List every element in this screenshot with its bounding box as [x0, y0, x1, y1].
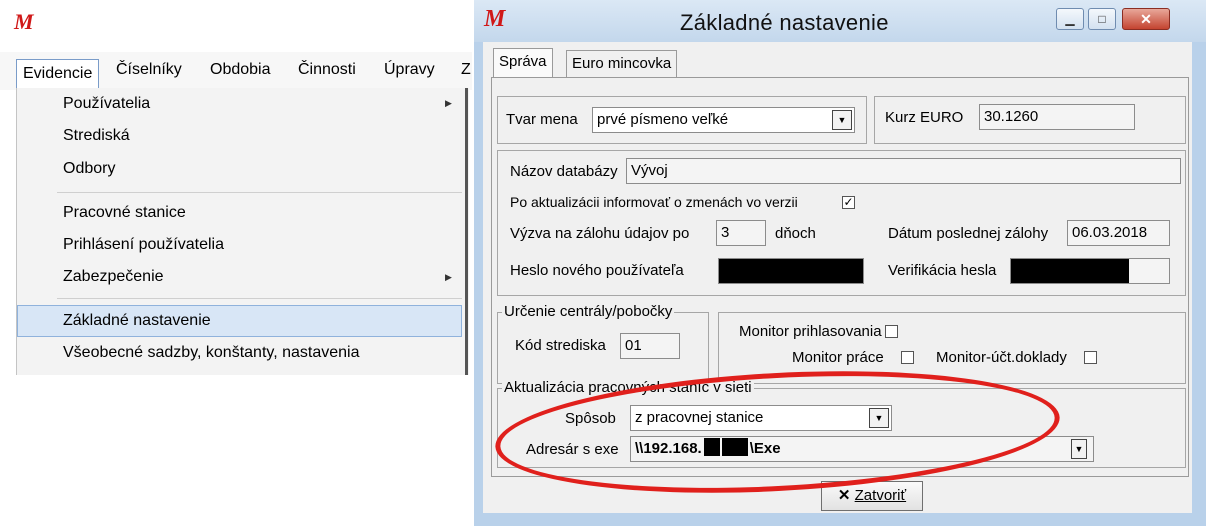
- monitor-prihlasovania-checkbox[interactable]: [885, 325, 898, 338]
- adresar-prefix: \\192.168.: [635, 440, 702, 457]
- sposob-value: z pracovnej stanice: [635, 409, 764, 426]
- app-logo-icon: M: [484, 6, 506, 32]
- vyzva-unit: dňoch: [775, 225, 816, 242]
- group-tvar-mena: Tvar mena prvé písmeno veľké ▼: [497, 96, 867, 144]
- chevron-down-icon[interactable]: ▼: [1071, 439, 1087, 459]
- adresar-label: Adresár s exe: [526, 441, 619, 458]
- monitor-uct-label: Monitor-účt.doklady: [936, 349, 1067, 366]
- dd-item-pracovne-stanice[interactable]: Pracovné stanice: [63, 204, 186, 222]
- dialog-client: Správa Euro mincovka Tvar mena prvé písm…: [483, 42, 1192, 513]
- adresar-suffix: \Exe: [749, 440, 781, 457]
- evidencie-dropdown: Používatelia ▶ Strediská Odbory Pracovné…: [16, 88, 469, 375]
- close-x-icon: ✕: [837, 487, 851, 504]
- menu-ciselniky[interactable]: Číselníky: [116, 61, 182, 79]
- menu-upravy[interactable]: Úpravy: [384, 61, 435, 79]
- group-urcenie: Určenie centrály/pobočky Kód strediska 0…: [497, 303, 709, 384]
- dd-item-zabezpecenie[interactable]: Zabezpečenie: [63, 268, 164, 286]
- dd-item-vseobecne-sadzby[interactable]: Všeobecné sadzby, konštanty, nastavenia: [63, 344, 359, 362]
- menu-z[interactable]: Z: [461, 61, 471, 79]
- dd-item-pouzivatelia[interactable]: Používatelia: [63, 95, 150, 113]
- menu-cinnosti[interactable]: Činnosti: [298, 61, 356, 79]
- menu-evidencie[interactable]: Evidencie: [16, 59, 100, 89]
- kod-strediska-field[interactable]: 01: [620, 333, 680, 359]
- group-kurz-euro: Kurz EURO 30.1260: [874, 96, 1186, 144]
- datum-zalohy-label: Dátum poslednej zálohy: [888, 225, 1049, 242]
- dropdown-separator: [57, 192, 462, 193]
- submenu-arrow-icon: ▶: [445, 272, 452, 282]
- monitor-uct-checkbox[interactable]: [1084, 351, 1097, 364]
- nazov-databazy-field[interactable]: Vývoj: [626, 158, 1181, 184]
- tab-euro-mincovka[interactable]: Euro mincovka: [566, 50, 678, 77]
- dropdown-separator: [57, 298, 462, 299]
- chevron-down-icon[interactable]: ▼: [869, 408, 889, 428]
- monitor-prihlasovania-label: Monitor prihlasovania: [739, 323, 882, 340]
- verifikacia-field[interactable]: [1010, 258, 1170, 284]
- tab-panel-sprava: Tvar mena prvé písmeno veľké ▼ Kurz EURO…: [491, 77, 1189, 477]
- chevron-down-icon[interactable]: ▼: [832, 110, 852, 130]
- zatvorit-button[interactable]: ✕ Zatvoriť: [821, 481, 923, 511]
- po-aktualizacii-checkbox[interactable]: ✓: [842, 196, 855, 209]
- vyzva-field[interactable]: 3: [716, 220, 766, 246]
- kod-strediska-label: Kód strediska: [515, 337, 606, 354]
- dialog-title: Základné nastavenie: [680, 10, 889, 35]
- settings-dialog: M Základné nastavenie ▁ □ ✕ Správa Euro …: [474, 0, 1206, 526]
- dd-item-odbory[interactable]: Odbory: [63, 160, 115, 178]
- monitor-prace-checkbox[interactable]: [901, 351, 914, 364]
- submenu-arrow-icon: ▶: [445, 98, 452, 108]
- kurz-euro-field[interactable]: 30.1260: [979, 104, 1135, 130]
- sposob-select[interactable]: z pracovnej stanice ▼: [630, 405, 892, 431]
- maximize-button[interactable]: □: [1088, 8, 1116, 30]
- monitor-prace-label: Monitor práce: [792, 349, 884, 366]
- menu-obdobia[interactable]: Obdobia: [210, 61, 271, 79]
- tvar-mena-label: Tvar mena: [506, 111, 578, 128]
- minimize-button[interactable]: ▁: [1056, 8, 1084, 30]
- heslo-field[interactable]: [718, 258, 864, 284]
- nazov-databazy-label: Názov databázy: [510, 163, 618, 180]
- sposob-label: Spôsob: [565, 410, 616, 427]
- redaction-block: [703, 438, 720, 456]
- app-logo-icon: M: [14, 9, 34, 34]
- tvar-mena-select[interactable]: prvé písmeno veľké ▼: [592, 107, 855, 133]
- kurz-euro-label: Kurz EURO: [885, 109, 964, 126]
- adresar-select[interactable]: \\192.168. \Exe ▼: [630, 436, 1094, 462]
- dd-item-prihlaseni[interactable]: Prihlásení používatelia: [63, 236, 224, 254]
- group-aktualizacia: Aktualizácia pracovných staníc v sieti S…: [497, 379, 1186, 468]
- dd-item-strediska[interactable]: Strediská: [63, 127, 130, 145]
- zatvorit-label: Zatvoriť: [854, 487, 907, 504]
- aktualizacia-title: Aktualizácia pracovných staníc v sieti: [502, 379, 754, 396]
- heslo-label: Heslo nového používateľa: [510, 262, 684, 279]
- group-monitor: Monitor prihlasovania Monitor práce Moni…: [718, 312, 1186, 384]
- po-aktualizacii-label: Po aktualizácii informovať o zmenách vo …: [510, 194, 798, 210]
- close-button[interactable]: ✕: [1122, 8, 1170, 30]
- tab-sprava[interactable]: Správa: [493, 48, 553, 78]
- tvar-mena-value: prvé písmeno veľké: [597, 111, 729, 128]
- verifikacia-label: Verifikácia hesla: [888, 262, 997, 279]
- datum-zalohy-field[interactable]: 06.03.2018: [1067, 220, 1170, 246]
- group-databaza: Názov databázy Vývoj Po aktualizácii inf…: [497, 150, 1186, 296]
- main-window: M Číselníky Obdobia Činnosti Úpravy Z Ev…: [0, 0, 472, 375]
- main-titlebar: M: [0, 0, 472, 46]
- redaction-block: [721, 438, 748, 456]
- urcenie-title: Určenie centrály/pobočky: [502, 303, 675, 320]
- dd-item-zakladne-nastavenie[interactable]: Základné nastavenie: [63, 312, 211, 330]
- vyzva-label: Výzva na zálohu údajov po: [510, 225, 690, 242]
- window-border: [465, 88, 468, 375]
- dialog-titlebar: M Základné nastavenie ▁ □ ✕: [474, 0, 1206, 42]
